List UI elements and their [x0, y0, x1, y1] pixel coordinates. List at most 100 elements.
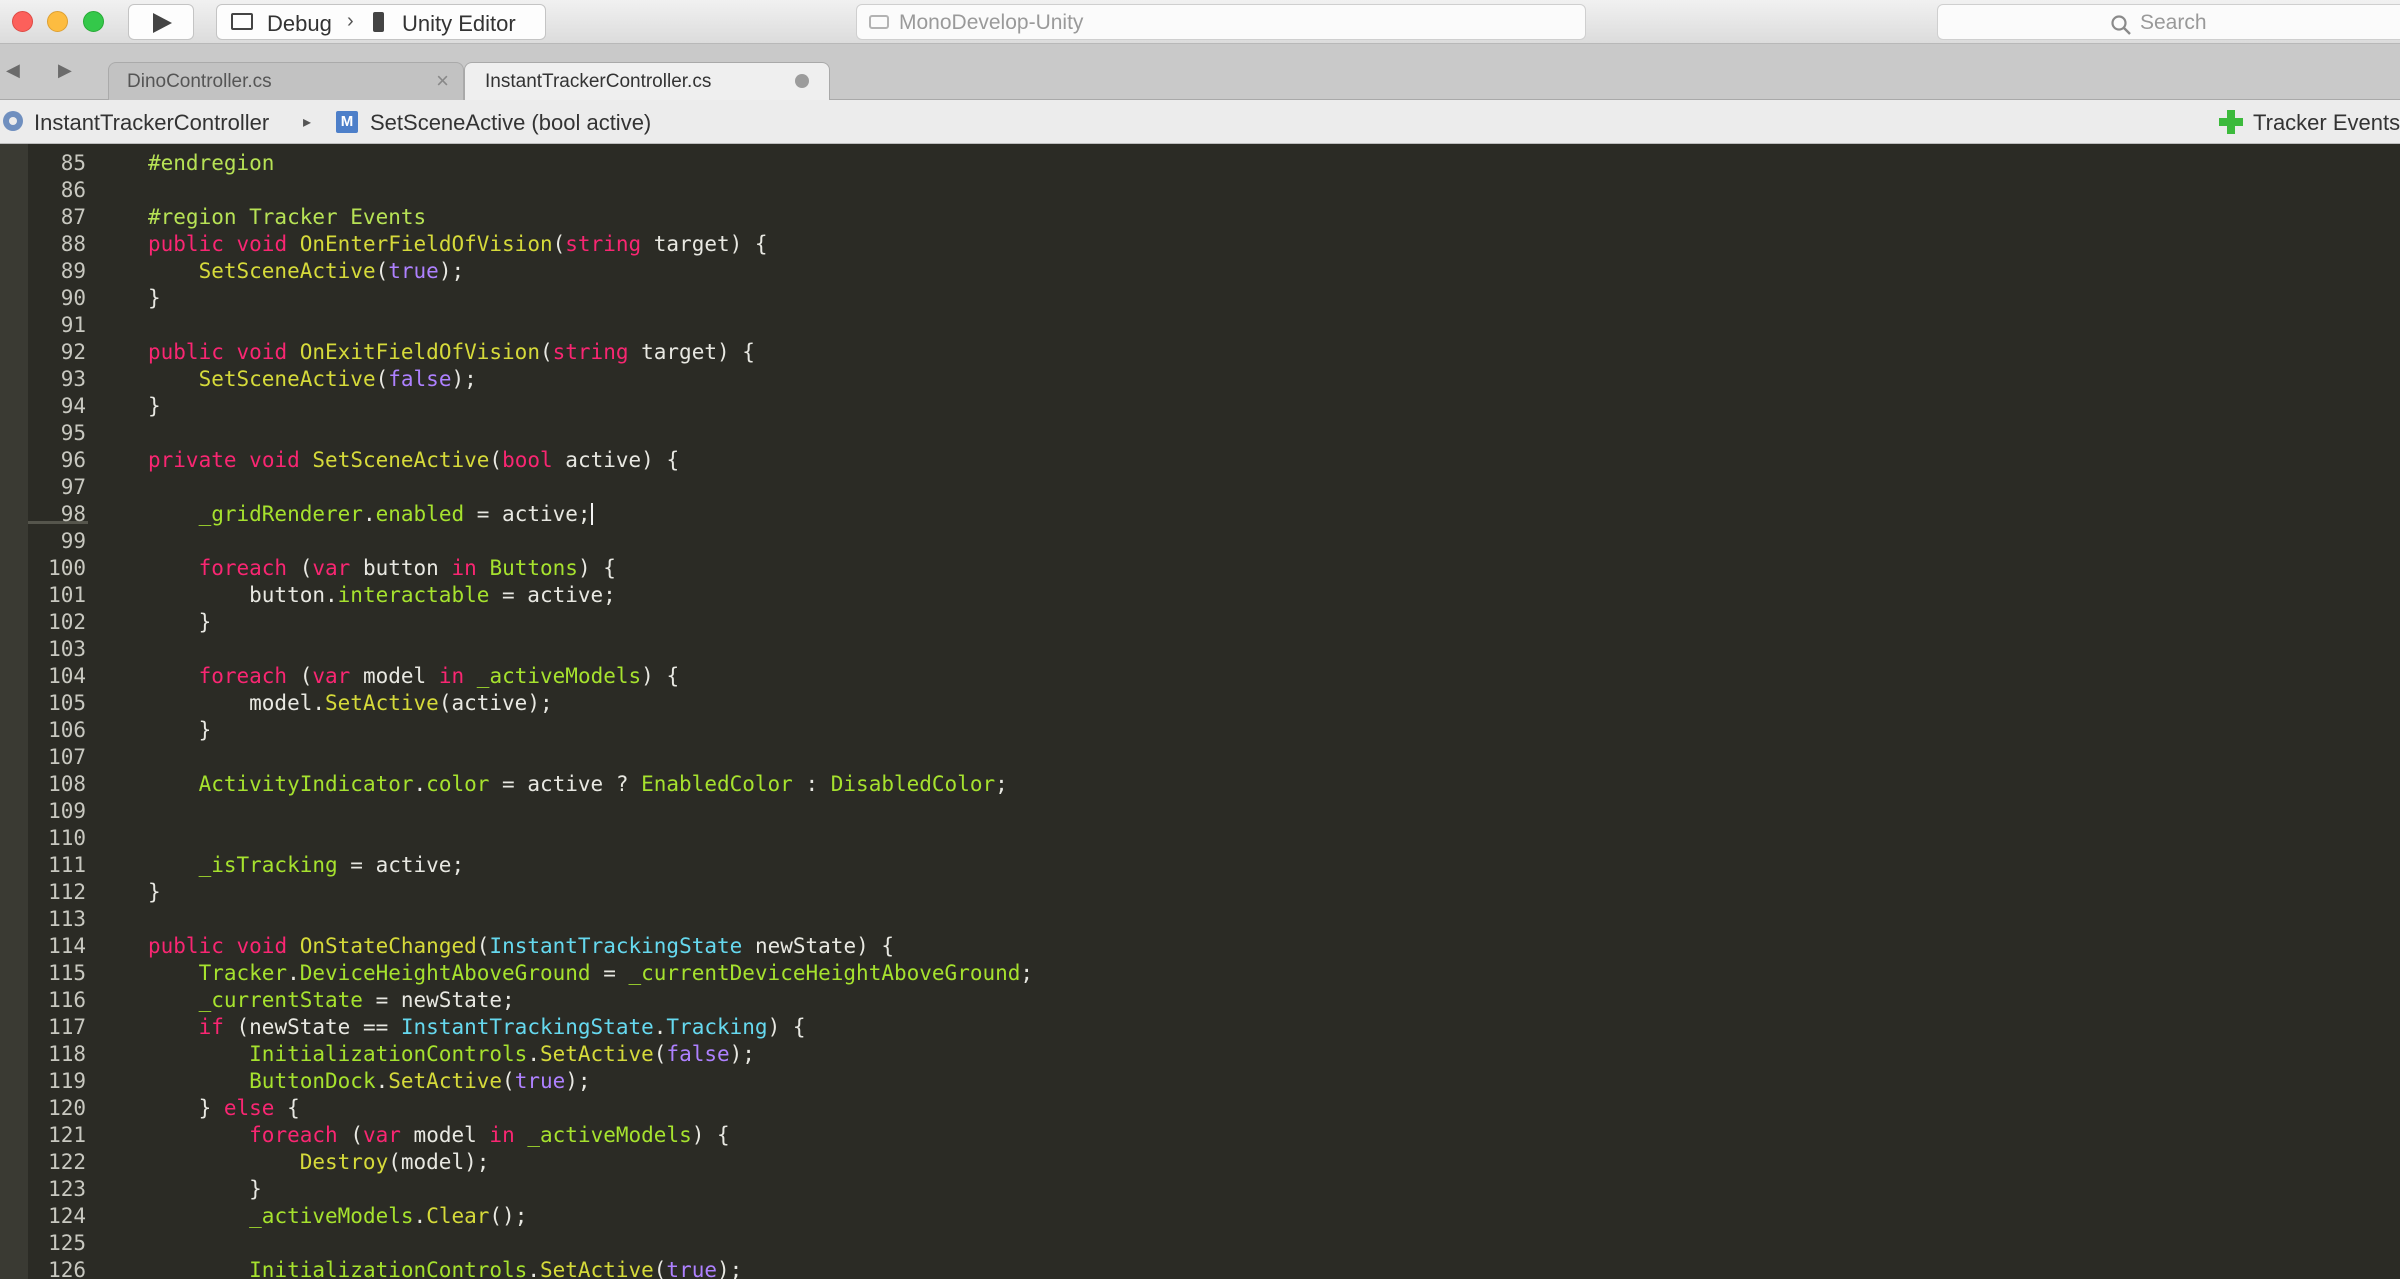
code-line[interactable]: 112} — [0, 879, 2400, 906]
code-line[interactable]: 115 Tracker.DeviceHeightAboveGround = _c… — [0, 960, 2400, 987]
code-line[interactable]: 121 foreach (var model in _activeModels)… — [0, 1122, 2400, 1149]
line-number: 112 — [48, 880, 86, 904]
code-line[interactable]: 92 public void OnExitFieldOfVision(string… — [0, 339, 2400, 366]
build-configuration-selector[interactable]: Debug › Unity Editor — [216, 4, 546, 40]
code-line[interactable]: 114 public void OnStateChanged(InstantTra… — [0, 933, 2400, 960]
code-line[interactable]: 124 _activeModels.Clear(); — [0, 1203, 2400, 1230]
search-input[interactable] — [2138, 9, 2382, 37]
code-line[interactable]: 103 — [0, 636, 2400, 663]
line-code: } else { — [148, 1095, 300, 1122]
run-button[interactable] — [128, 4, 194, 40]
code-token: var — [312, 664, 351, 688]
line-code: _isTracking = active; — [148, 852, 465, 879]
code-token: button. — [148, 583, 338, 607]
nav-forward-icon[interactable]: ▶ — [58, 60, 72, 81]
line-code: #endregion — [148, 150, 274, 177]
code-token: true — [514, 1069, 566, 1093]
line-code: SetSceneActive(true); — [148, 258, 465, 285]
code-token: ( — [552, 232, 566, 256]
close-tab-icon[interactable]: × — [436, 68, 449, 94]
code-line[interactable]: 108 ActivityIndicator.color = active ? E… — [0, 771, 2400, 798]
code-token: bool — [502, 448, 553, 472]
code-line[interactable]: 89 SetSceneActive(true); — [0, 258, 2400, 285]
line-number: 117 — [48, 1015, 86, 1039]
code-token: = active; — [337, 853, 465, 877]
code-line[interactable]: 109 — [0, 798, 2400, 825]
line-number: 105 — [48, 691, 86, 715]
code-line[interactable]: 126 InitializationControls.SetActive(tru… — [0, 1257, 2400, 1279]
code-line[interactable]: 95 — [0, 420, 2400, 447]
window-zoom-button[interactable] — [83, 11, 104, 32]
line-code: private void SetSceneActive(bool active)… — [148, 447, 679, 474]
code-token: ); — [438, 259, 465, 283]
code-line[interactable]: 85 #endregion — [0, 150, 2400, 177]
line-number: 111 — [48, 853, 86, 877]
line-code: #region Tracker Events — [148, 204, 426, 231]
code-token: Tracking — [666, 1015, 768, 1039]
code-line[interactable]: 111 _isTracking = active; — [0, 852, 2400, 879]
code-token: ); — [565, 1069, 591, 1093]
code-line[interactable]: 93 SetSceneActive(false); — [0, 366, 2400, 393]
window-close-button[interactable] — [12, 11, 33, 32]
window-minimize-button[interactable] — [47, 11, 68, 32]
code-token: ; — [1020, 961, 1034, 985]
breadcrumb: InstantTrackerController ▸ M SetSceneAct… — [0, 100, 2400, 144]
breadcrumb-method[interactable]: SetSceneActive (bool active) — [370, 110, 651, 136]
code-editor[interactable]: 85 #endregion 86 87 #region Tracker Events 88… — [0, 144, 2400, 1279]
code-line[interactable]: 98 _gridRenderer.enabled = active; — [0, 501, 2400, 528]
code-line[interactable]: 86 — [0, 177, 2400, 204]
code-line[interactable]: 122 Destroy(model); — [0, 1149, 2400, 1176]
code-line[interactable]: 90} — [0, 285, 2400, 312]
code-line[interactable]: 91 — [0, 312, 2400, 339]
code-line[interactable]: 116 _currentState = newState; — [0, 987, 2400, 1014]
code-token: newState) { — [742, 934, 895, 958]
code-line[interactable]: 123 } — [0, 1176, 2400, 1203]
code-line[interactable]: 101 button.interactable = active; — [0, 582, 2400, 609]
tab-dinocontroller[interactable]: DinoController.cs × — [108, 62, 464, 100]
breadcrumb-region[interactable]: Tracker Events — [2253, 110, 2400, 136]
play-icon — [153, 13, 172, 33]
code-line[interactable]: 100 foreach (var button in Buttons) { — [0, 555, 2400, 582]
code-line[interactable]: 99 — [0, 528, 2400, 555]
code-token: : — [792, 772, 831, 796]
code-line[interactable]: 120 } else { — [0, 1095, 2400, 1122]
code-line[interactable]: 125 — [0, 1230, 2400, 1257]
code-line[interactable]: 107 — [0, 744, 2400, 771]
code-token: var — [362, 1123, 401, 1147]
line-number: 102 — [48, 610, 86, 634]
code-line[interactable]: 88 public void OnEnterFieldOfVision(strin… — [0, 231, 2400, 258]
code-line[interactable]: 117 if (newState == InstantTrackingState… — [0, 1014, 2400, 1041]
code-line[interactable]: 87 #region Tracker Events — [0, 204, 2400, 231]
nav-back-icon[interactable]: ◀ — [6, 60, 20, 81]
code-line[interactable]: 104 foreach (var model in _activeModels)… — [0, 663, 2400, 690]
code-line[interactable]: 113 — [0, 906, 2400, 933]
search-box[interactable] — [1937, 4, 2400, 40]
code-line[interactable]: 106 } — [0, 717, 2400, 744]
code-line[interactable]: 96 private void SetSceneActive(bool activ… — [0, 447, 2400, 474]
code-line[interactable]: 102 } — [0, 609, 2400, 636]
code-token: public — [148, 232, 224, 256]
unsaved-dot-icon[interactable] — [795, 74, 809, 88]
tab-instanttrackercontroller[interactable]: InstantTrackerController.cs — [464, 62, 830, 100]
code-line[interactable]: 94} — [0, 393, 2400, 420]
code-line[interactable]: 105 model.SetActive(active); — [0, 690, 2400, 717]
app-icon — [869, 15, 889, 29]
code-token: SetSceneActive — [198, 259, 376, 283]
code-line[interactable]: 97 — [0, 474, 2400, 501]
line-number: 87 — [60, 205, 86, 229]
line-code: foreach (var model in _activeModels) { — [148, 1122, 730, 1149]
code-line[interactable]: 119 ButtonDock.SetActive(true); — [0, 1068, 2400, 1095]
code-line[interactable]: 110 — [0, 825, 2400, 852]
line-code: } — [148, 609, 212, 636]
code-token: Destroy — [299, 1150, 389, 1174]
breadcrumb-class[interactable]: InstantTrackerController — [34, 110, 269, 136]
code-line[interactable]: 118 InitializationControls.SetActive(fal… — [0, 1041, 2400, 1068]
